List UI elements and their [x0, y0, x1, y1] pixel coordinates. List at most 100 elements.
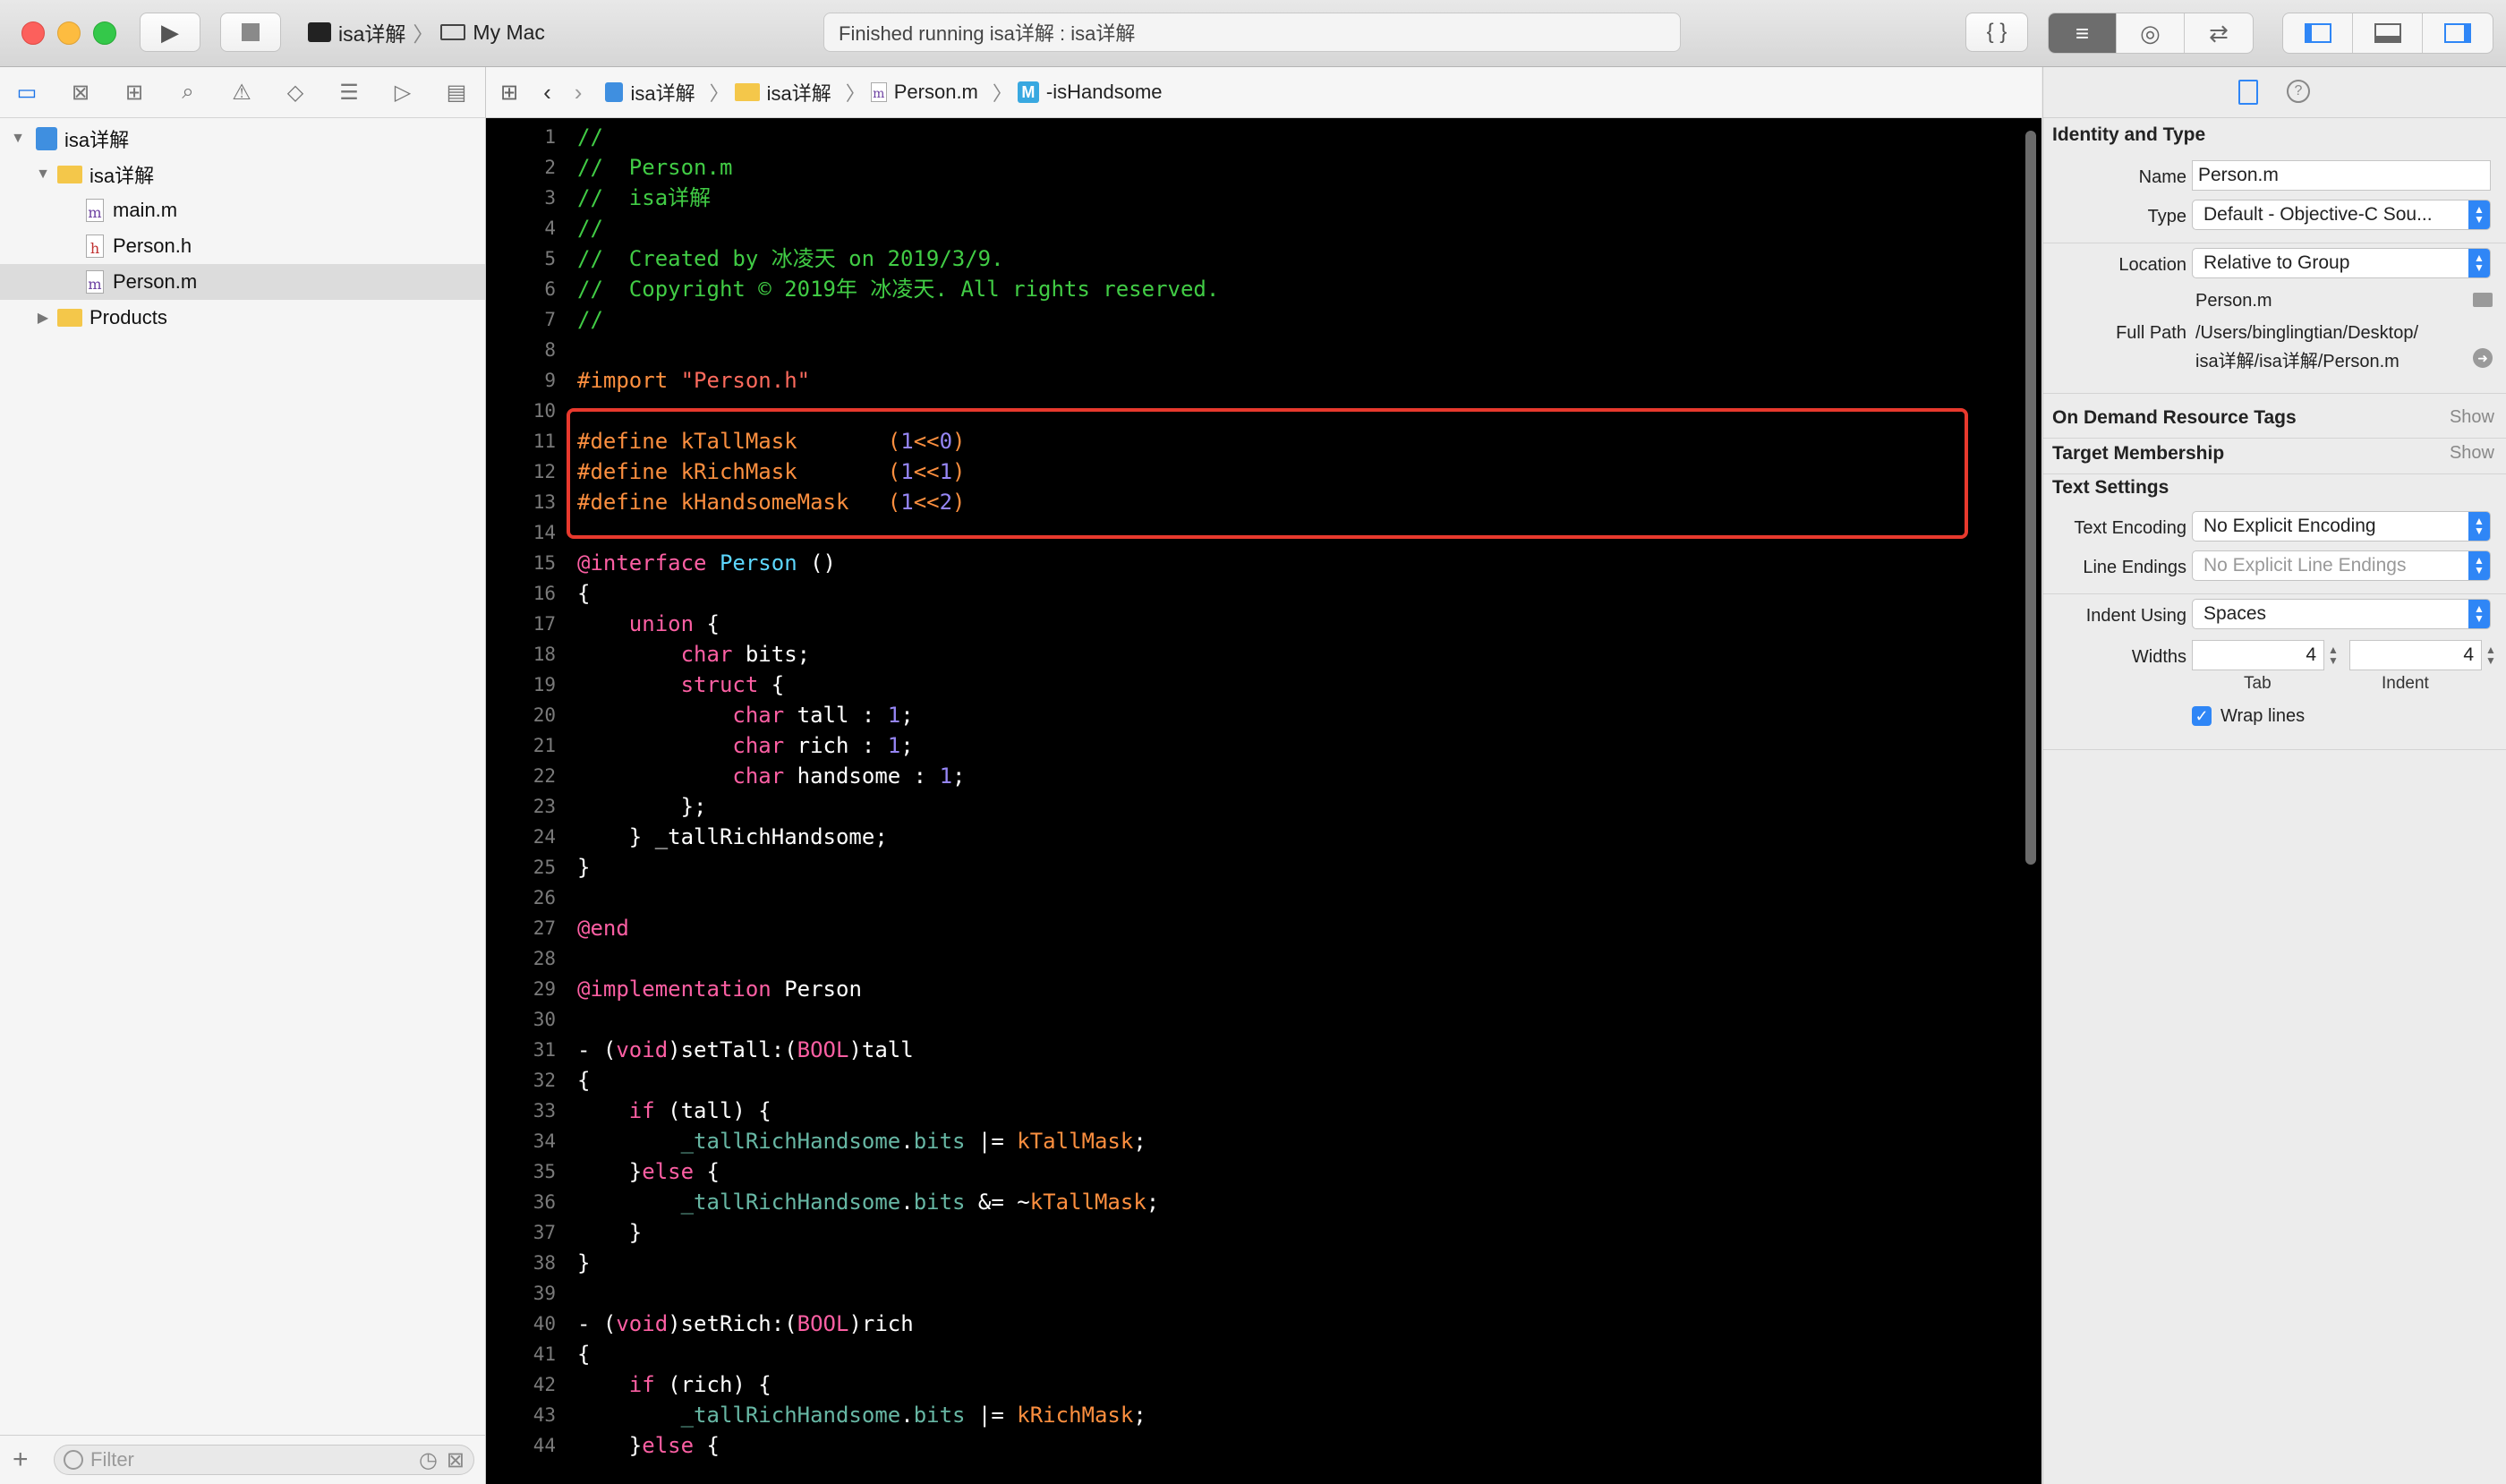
- standard-editor-button[interactable]: ≡: [2049, 13, 2117, 53]
- add-icon[interactable]: +: [13, 1445, 29, 1475]
- recent-files-icon[interactable]: ◷: [419, 1447, 438, 1473]
- line-number[interactable]: 10: [486, 396, 556, 426]
- line-number[interactable]: 9: [486, 365, 556, 396]
- toggle-debug-area-button[interactable]: [2353, 13, 2423, 53]
- name-field[interactable]: Person.m: [2192, 160, 2491, 191]
- line-number[interactable]: 1: [486, 122, 556, 152]
- source-control-icon[interactable]: ⊠: [68, 80, 93, 105]
- line-number[interactable]: 3: [486, 183, 556, 213]
- library-button[interactable]: { }: [1965, 13, 2028, 52]
- reveal-arrow-icon[interactable]: ➜: [2473, 348, 2493, 368]
- line-number[interactable]: 32: [486, 1065, 556, 1096]
- tree-item-group[interactable]: ▼ isa详解: [0, 157, 485, 192]
- line-number[interactable]: 43: [486, 1400, 556, 1430]
- breadcrumb-method[interactable]: M -isHandsome: [1017, 81, 1163, 104]
- breadcrumb-group[interactable]: isa详解: [734, 78, 831, 107]
- close-window-button[interactable]: [21, 21, 45, 45]
- breadcrumb-project[interactable]: isa详解: [605, 78, 695, 107]
- line-number[interactable]: 41: [486, 1339, 556, 1369]
- breakpoint-icon[interactable]: ▷: [390, 80, 415, 105]
- line-number[interactable]: 34: [486, 1126, 556, 1156]
- tree-item-file[interactable]: m main.m: [0, 192, 485, 228]
- line-number[interactable]: 39: [486, 1278, 556, 1309]
- line-number[interactable]: 11: [486, 426, 556, 456]
- line-number[interactable]: 21: [486, 730, 556, 761]
- tab-width-stepper[interactable]: ▲ ▼: [2326, 640, 2340, 670]
- scheme-selector[interactable]: isa详解 〉 My Mac: [308, 13, 555, 52]
- toggle-navigator-button[interactable]: [2283, 13, 2353, 53]
- line-number[interactable]: 37: [486, 1217, 556, 1248]
- tree-item-file[interactable]: h Person.h: [0, 228, 485, 264]
- line-number[interactable]: 5: [486, 243, 556, 274]
- assistant-editor-button[interactable]: ◎: [2117, 13, 2185, 53]
- version-editor-button[interactable]: ⇄: [2185, 13, 2253, 53]
- wrap-lines-checkbox[interactable]: ✓: [2192, 706, 2212, 726]
- zoom-window-button[interactable]: [93, 21, 116, 45]
- file-inspector-icon[interactable]: [2238, 80, 2258, 105]
- editor-scrollbar[interactable]: [2025, 131, 2036, 865]
- debug-icon[interactable]: ☰: [337, 80, 362, 105]
- line-number[interactable]: 8: [486, 335, 556, 365]
- line-number[interactable]: 16: [486, 578, 556, 609]
- tab-width-field[interactable]: 4: [2192, 640, 2324, 670]
- line-number[interactable]: 19: [486, 670, 556, 700]
- indent-width-stepper[interactable]: ▲ ▼: [2484, 640, 2498, 670]
- indent-using-popup[interactable]: Spaces ▲ ▼: [2192, 599, 2491, 629]
- warning-icon[interactable]: ⚠: [229, 80, 254, 105]
- disclosure-down-icon[interactable]: ▼: [9, 131, 27, 147]
- line-number[interactable]: 22: [486, 761, 556, 791]
- line-number[interactable]: 42: [486, 1369, 556, 1400]
- symbol-icon[interactable]: ⊞: [122, 80, 147, 105]
- line-number[interactable]: 44: [486, 1430, 556, 1461]
- line-number[interactable]: 31: [486, 1035, 556, 1065]
- line-number[interactable]: 13: [486, 487, 556, 517]
- folder-icon[interactable]: ▭: [14, 80, 39, 105]
- search-icon[interactable]: ⌕: [175, 80, 200, 105]
- folder-icon[interactable]: [2473, 293, 2493, 307]
- forward-arrow-icon[interactable]: ›: [575, 79, 583, 107]
- stop-button[interactable]: [220, 13, 281, 52]
- line-number[interactable]: 18: [486, 639, 556, 670]
- tree-item-group[interactable]: ▶ Products: [0, 300, 485, 336]
- type-popup[interactable]: Default - Objective-C Sou... ▲ ▼: [2192, 200, 2491, 230]
- run-button[interactable]: ▶: [140, 13, 200, 52]
- line-number[interactable]: 36: [486, 1187, 556, 1217]
- line-number[interactable]: 30: [486, 1004, 556, 1035]
- line-number[interactable]: 26: [486, 883, 556, 913]
- line-number[interactable]: 28: [486, 943, 556, 974]
- tree-item-project[interactable]: ▼ isa详解: [0, 121, 485, 157]
- line-number[interactable]: 7: [486, 304, 556, 335]
- line-number[interactable]: 17: [486, 609, 556, 639]
- back-arrow-icon[interactable]: ‹: [543, 79, 551, 107]
- line-number[interactable]: 33: [486, 1096, 556, 1126]
- breadcrumb-file[interactable]: m Person.m: [870, 81, 978, 104]
- test-icon[interactable]: ◇: [283, 80, 308, 105]
- line-number[interactable]: 27: [486, 913, 556, 943]
- line-number[interactable]: 6: [486, 274, 556, 304]
- related-items-icon[interactable]: ⊞: [500, 80, 518, 106]
- line-number[interactable]: 20: [486, 700, 556, 730]
- line-number[interactable]: 29: [486, 974, 556, 1004]
- line-number[interactable]: 23: [486, 791, 556, 822]
- line-number[interactable]: 4: [486, 213, 556, 243]
- tree-item-file-selected[interactable]: m Person.m: [0, 264, 485, 300]
- line-number[interactable]: 35: [486, 1156, 556, 1187]
- disclosure-right-icon[interactable]: ▶: [34, 309, 52, 327]
- line-endings-popup[interactable]: No Explicit Line Endings ▲ ▼: [2192, 550, 2491, 581]
- line-number[interactable]: 24: [486, 822, 556, 852]
- line-number[interactable]: 14: [486, 517, 556, 548]
- indent-width-field[interactable]: 4: [2349, 640, 2482, 670]
- target-show-button[interactable]: Show: [2450, 443, 2494, 464]
- encoding-popup[interactable]: No Explicit Encoding ▲ ▼: [2192, 511, 2491, 542]
- line-number[interactable]: 2: [486, 152, 556, 183]
- location-popup[interactable]: Relative to Group ▲ ▼: [2192, 248, 2491, 278]
- disclosure-down-icon[interactable]: ▼: [34, 166, 52, 183]
- minimize-window-button[interactable]: [57, 21, 81, 45]
- line-number[interactable]: 40: [486, 1309, 556, 1339]
- source-editor[interactable]: 1 2 3 4 5 6 7 8 9 10 11 12 13 14 15 16 17 18 19 20 21 22 23 24 2…: [486, 118, 2041, 1484]
- report-icon[interactable]: ▤: [444, 80, 469, 105]
- line-number[interactable]: 15: [486, 548, 556, 578]
- odr-show-button[interactable]: Show: [2450, 407, 2494, 428]
- line-number[interactable]: 12: [486, 456, 556, 487]
- toggle-inspector-button[interactable]: [2423, 13, 2493, 53]
